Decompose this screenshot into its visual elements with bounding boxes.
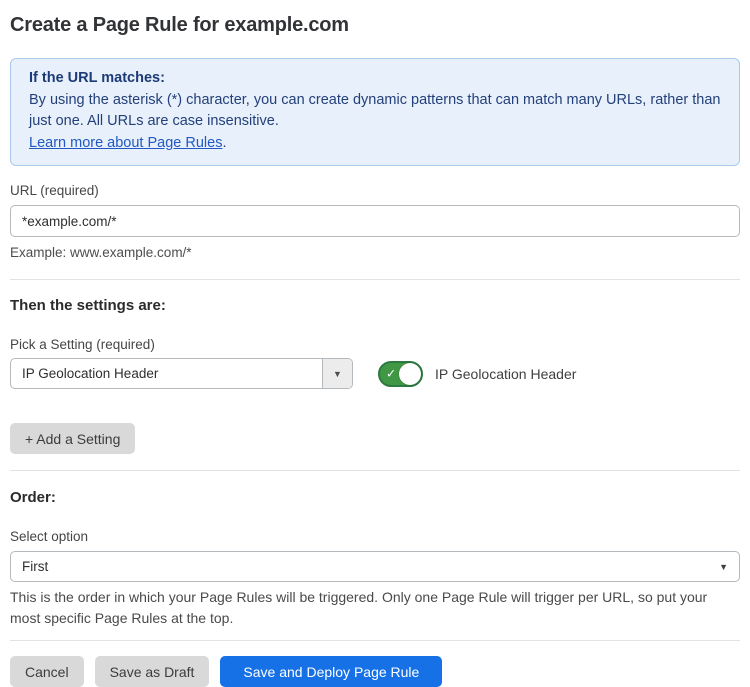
chevron-down-icon: ▼ — [719, 562, 728, 572]
url-match-info-box: If the URL matches: By using the asteris… — [10, 58, 740, 166]
divider — [10, 470, 740, 471]
url-input[interactable] — [10, 205, 740, 237]
toggle-knob — [399, 363, 421, 385]
link-suffix: . — [222, 135, 226, 151]
setting-select-value: IP Geolocation Header — [11, 359, 322, 388]
add-setting-button[interactable]: + Add a Setting — [10, 423, 135, 454]
chevron-down-icon: ▼ — [333, 369, 342, 379]
save-as-draft-button[interactable]: Save as Draft — [95, 656, 210, 687]
setting-select-arrow-button[interactable]: ▼ — [322, 359, 352, 388]
info-box-body: By using the asterisk (*) character, you… — [29, 90, 721, 133]
toggle-label: IP Geolocation Header — [435, 366, 576, 382]
order-select[interactable]: First ▼ — [10, 551, 740, 582]
footer-actions: Cancel Save as Draft Save and Deploy Pag… — [10, 656, 740, 687]
settings-section-heading: Then the settings are: — [10, 297, 740, 315]
info-box-heading: If the URL matches: — [29, 68, 721, 90]
ip-geolocation-toggle[interactable]: ✓ — [378, 361, 423, 387]
page-title: Create a Page Rule for example.com — [10, 13, 740, 37]
check-icon: ✓ — [386, 366, 396, 380]
cancel-button[interactable]: Cancel — [10, 656, 84, 687]
pick-setting-label: Pick a Setting (required) — [10, 337, 740, 353]
order-helper-text: This is the order in which your Page Rul… — [10, 587, 740, 629]
save-and-deploy-button[interactable]: Save and Deploy Page Rule — [220, 656, 442, 687]
page-rule-form: Create a Page Rule for example.com If th… — [0, 13, 750, 687]
info-box-link-line: Learn more about Page Rules. — [29, 133, 721, 155]
order-select-value: First — [22, 559, 48, 574]
setting-row: IP Geolocation Header ▼ ✓ IP Geolocation… — [10, 358, 740, 389]
learn-more-link[interactable]: Learn more about Page Rules — [29, 135, 222, 151]
divider — [10, 640, 740, 641]
order-section-heading: Order: — [10, 489, 740, 507]
setting-select[interactable]: IP Geolocation Header ▼ — [10, 358, 353, 389]
url-example-helper: Example: www.example.com/* — [10, 243, 740, 263]
geolocation-toggle-group: ✓ IP Geolocation Header — [378, 361, 576, 387]
url-field-label: URL (required) — [10, 183, 740, 199]
divider — [10, 279, 740, 280]
order-select-label: Select option — [10, 529, 740, 545]
